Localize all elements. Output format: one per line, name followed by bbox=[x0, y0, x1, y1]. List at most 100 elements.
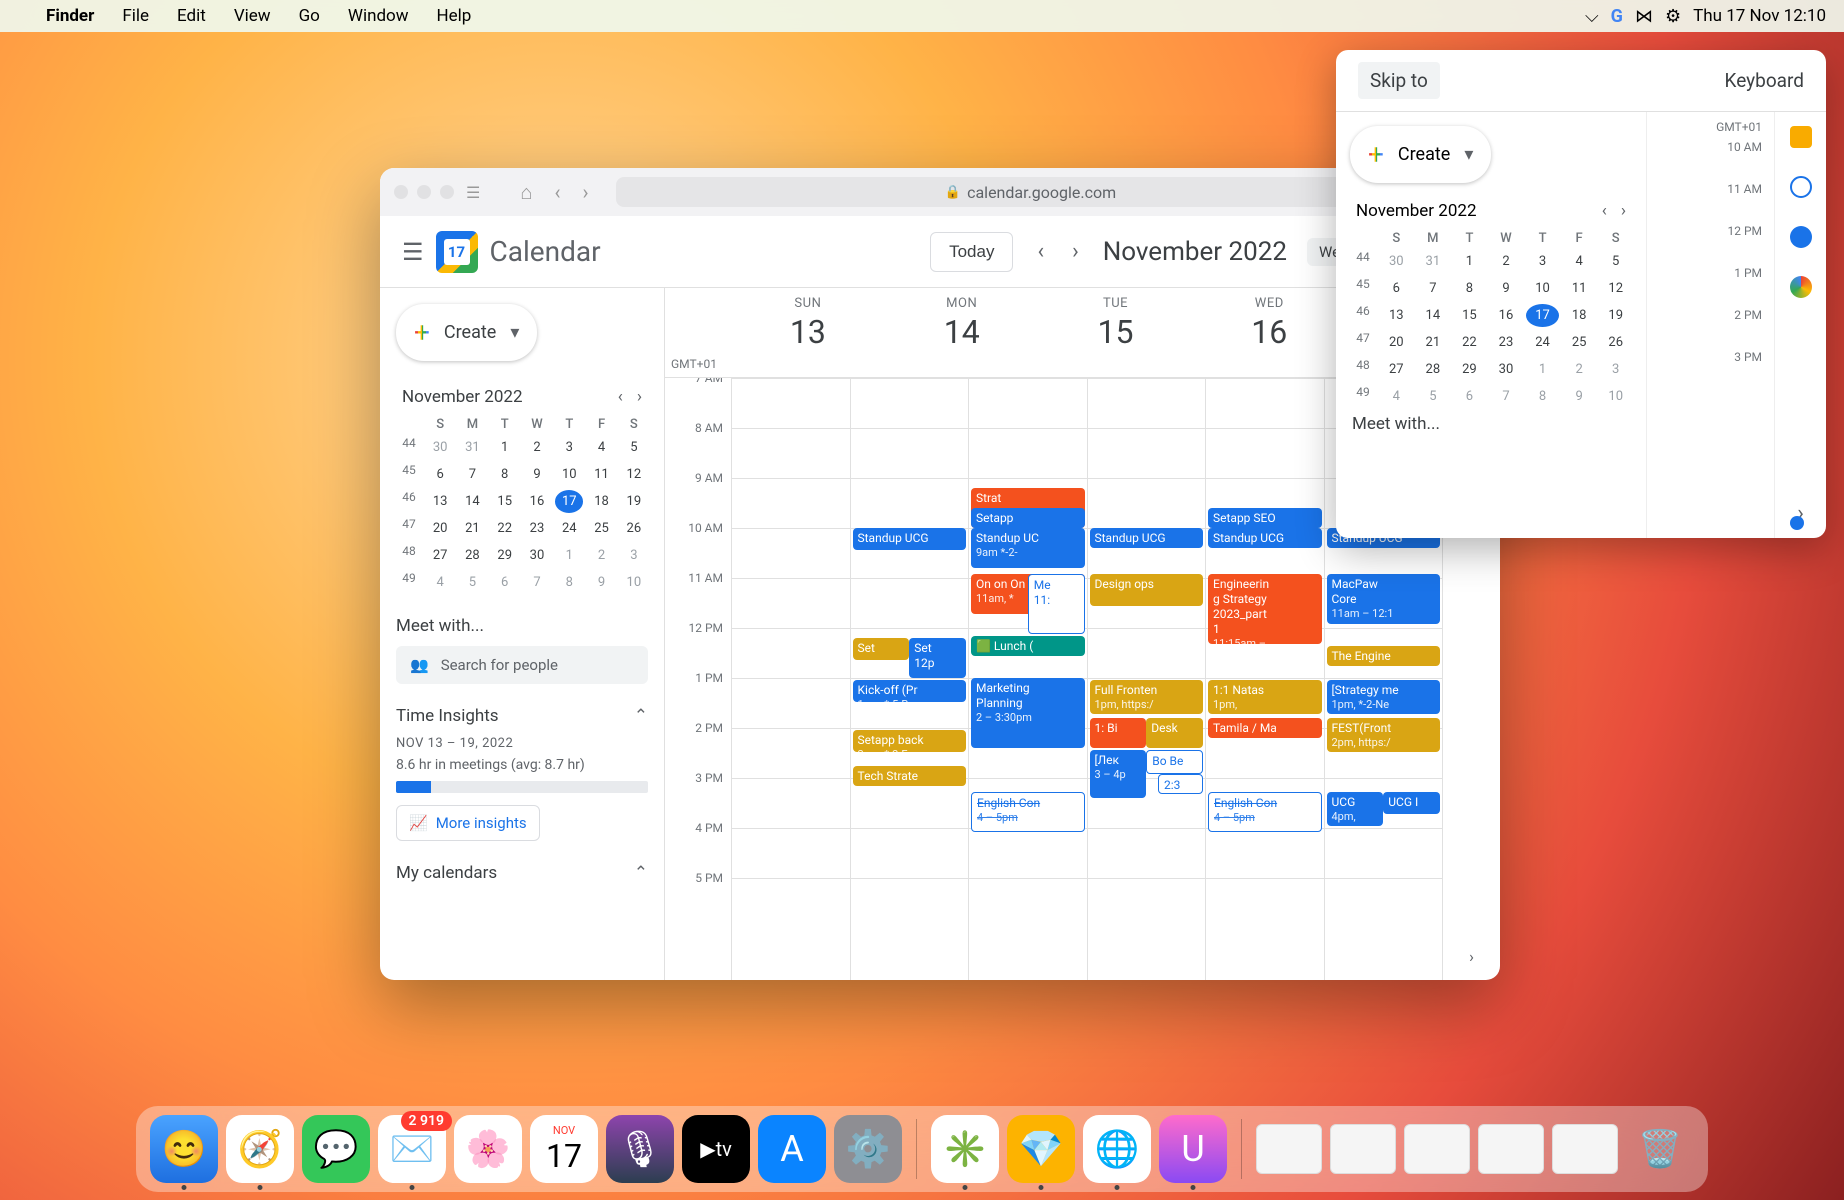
calendar-event[interactable]: Design ops bbox=[1090, 574, 1204, 606]
dock-slack[interactable]: ✳️ bbox=[931, 1115, 999, 1183]
mini-cal-day[interactable]: 17 bbox=[555, 490, 583, 513]
menubar-clock[interactable]: Thu 17 Nov 12:10 bbox=[1693, 6, 1826, 26]
mini-cal-day[interactable]: 3 bbox=[620, 544, 648, 567]
search-people-input[interactable]: 👥 Search for people bbox=[396, 646, 648, 684]
calendar-event[interactable]: Setapp back2pm, *-2-Fas bbox=[853, 730, 967, 752]
calendar-event[interactable]: [Лек3 – 4p bbox=[1090, 750, 1147, 798]
mini-cal-day[interactable]: 30 bbox=[426, 436, 454, 459]
tasks-icon[interactable] bbox=[1790, 176, 1812, 198]
dock-trash[interactable]: 🗑️ bbox=[1626, 1115, 1694, 1183]
calendar-event[interactable]: Setapp SEO bbox=[1208, 508, 1322, 528]
mini-cal-day[interactable]: 10 bbox=[555, 463, 583, 486]
mini-cal-day[interactable]: 30 bbox=[1380, 250, 1413, 273]
mini-cal-day[interactable]: 30 bbox=[1490, 358, 1523, 381]
mini-cal-day[interactable]: 18 bbox=[587, 490, 615, 513]
mini-cal-day[interactable]: 5 bbox=[458, 571, 486, 594]
mini-cal-day[interactable]: 18 bbox=[1563, 304, 1596, 327]
mini-cal-day[interactable]: 31 bbox=[458, 436, 486, 459]
dock-minimized-window[interactable] bbox=[1404, 1124, 1470, 1174]
airplay-icon[interactable]: ⌵ bbox=[1585, 6, 1599, 27]
mini-cal-day[interactable]: 25 bbox=[587, 517, 615, 540]
calendar-event[interactable]: Standup UCG bbox=[1208, 528, 1322, 548]
day-column-wed[interactable]: Standup UCGDesign opsFull Fronten1pm, ht… bbox=[1087, 378, 1206, 980]
mini-cal-day[interactable]: 5 bbox=[620, 436, 648, 459]
mini-cal-day[interactable]: 1 bbox=[491, 436, 519, 459]
today-button[interactable]: Today bbox=[930, 232, 1013, 272]
dock-safari[interactable]: 🧭 bbox=[226, 1115, 294, 1183]
dock-calendar[interactable]: NOV 17 bbox=[530, 1115, 598, 1183]
mini-cal-day[interactable]: 8 bbox=[1526, 385, 1559, 408]
calendar-event[interactable]: Standup UC9am *-2- bbox=[971, 528, 1085, 568]
mini-cal-day[interactable]: 11 bbox=[1563, 277, 1596, 300]
calendar-event[interactable]: Engineering Strategy2023_part111:15am – bbox=[1208, 574, 1322, 644]
mini-cal-day[interactable]: 28 bbox=[458, 544, 486, 567]
dock-settings[interactable]: ⚙️ bbox=[834, 1115, 902, 1183]
dock-app-u[interactable]: U bbox=[1159, 1115, 1227, 1183]
mini-cal-day[interactable]: 6 bbox=[1453, 385, 1486, 408]
dock-minimized-window[interactable] bbox=[1478, 1124, 1544, 1174]
mini-cal-day[interactable]: 12 bbox=[620, 463, 648, 486]
mini-cal-day[interactable]: 4 bbox=[587, 436, 615, 459]
chevron-up-icon[interactable]: ⌃ bbox=[634, 706, 648, 726]
dock-messages[interactable]: 💬 bbox=[302, 1115, 370, 1183]
mini-cal-day[interactable]: 3 bbox=[1526, 250, 1559, 273]
calendar-event[interactable]: 1: Bi bbox=[1090, 718, 1147, 748]
mini-cal-day[interactable]: 1 bbox=[1526, 358, 1559, 381]
calendar-event[interactable]: Standup UCG bbox=[853, 528, 967, 550]
calendar-event[interactable]: [Strategy me1pm, *-2-Ne bbox=[1327, 680, 1441, 714]
mini-cal-day[interactable]: 9 bbox=[587, 571, 615, 594]
mini-cal-day[interactable]: 19 bbox=[620, 490, 648, 513]
mini-cal-day[interactable]: 7 bbox=[1417, 277, 1450, 300]
calendar-event[interactable]: Bo Be bbox=[1146, 750, 1203, 774]
dock-appletv[interactable]: ▶tv bbox=[682, 1115, 750, 1183]
mini-cal-day[interactable]: 20 bbox=[426, 517, 454, 540]
window-traffic-lights[interactable] bbox=[394, 185, 454, 199]
mini-cal-day[interactable]: 9 bbox=[523, 463, 551, 486]
mini-cal-day[interactable]: 15 bbox=[491, 490, 519, 513]
menubar-app-name[interactable]: Finder bbox=[46, 6, 94, 26]
calendar-event[interactable]: Full Fronten1pm, https:/ bbox=[1090, 680, 1204, 714]
calendar-event[interactable]: 1:1 Natas1pm, bbox=[1208, 680, 1322, 714]
mini-cal-day[interactable]: 1 bbox=[1453, 250, 1486, 273]
gcal-menu-icon[interactable]: ☰ bbox=[402, 238, 424, 266]
calendar-event[interactable]: 🟩 Lunch ( bbox=[971, 636, 1085, 656]
mini-cal-day[interactable]: 2 bbox=[1490, 250, 1523, 273]
maps-icon[interactable] bbox=[1790, 276, 1812, 298]
mini-cal-day[interactable]: 17 bbox=[1526, 304, 1559, 327]
menu-edit[interactable]: Edit bbox=[177, 6, 206, 26]
mini-cal-day[interactable]: 4 bbox=[426, 571, 454, 594]
mini-cal-day[interactable]: 3 bbox=[555, 436, 583, 459]
mini-cal-day[interactable]: 5 bbox=[1599, 250, 1632, 273]
day-header[interactable]: SUN13 bbox=[731, 288, 885, 377]
create-button[interactable]: + Create ▾ bbox=[396, 304, 537, 361]
calendar-event[interactable]: Tech Strate bbox=[853, 766, 967, 786]
safari-back-icon[interactable]: ‹ bbox=[554, 180, 560, 205]
more-insights-button[interactable]: 📈 More insights bbox=[396, 805, 540, 841]
mini-cal-day[interactable]: 10 bbox=[1599, 385, 1632, 408]
mini-cal-day[interactable]: 23 bbox=[523, 517, 551, 540]
overlay-mini-prev-icon[interactable]: ‹ bbox=[1602, 201, 1607, 221]
menu-file[interactable]: File bbox=[122, 6, 149, 26]
calendar-event[interactable]: MacPawCore11am – 12:1 bbox=[1327, 574, 1441, 624]
mini-cal-day[interactable]: 11 bbox=[587, 463, 615, 486]
mini-cal-day[interactable]: 13 bbox=[1380, 304, 1413, 327]
mini-next-icon[interactable]: › bbox=[637, 387, 642, 407]
dock-chrome[interactable]: 🌐 bbox=[1083, 1115, 1151, 1183]
calendar-event[interactable]: Setapp bbox=[971, 508, 1085, 528]
dock-mail[interactable]: ✉️ 2 919 bbox=[378, 1115, 446, 1183]
safari-address-bar[interactable]: 🔒 calendar.google.com bbox=[616, 177, 1444, 207]
contacts-icon[interactable] bbox=[1790, 226, 1812, 248]
mini-prev-icon[interactable]: ‹ bbox=[618, 387, 623, 407]
menu-window[interactable]: Window bbox=[348, 6, 409, 26]
calendar-event[interactable]: Kick-off (Pr1pm, *-5-Ro bbox=[853, 680, 967, 702]
dock-minimized-window[interactable] bbox=[1256, 1124, 1322, 1174]
calendar-event[interactable]: UCG4pm, bbox=[1327, 792, 1384, 826]
mini-cal-day[interactable]: 26 bbox=[620, 517, 648, 540]
mini-cal-day[interactable]: 23 bbox=[1490, 331, 1523, 354]
mini-cal-day[interactable]: 31 bbox=[1417, 250, 1450, 273]
calendar-event[interactable]: Set12p bbox=[909, 638, 966, 678]
day-column-tue[interactable]: StratsesSetappStandup UC9am *-2-On on On… bbox=[968, 378, 1087, 980]
mini-cal-day[interactable]: 6 bbox=[1380, 277, 1413, 300]
mini-cal-day[interactable]: 7 bbox=[1490, 385, 1523, 408]
mini-cal-day[interactable]: 29 bbox=[491, 544, 519, 567]
